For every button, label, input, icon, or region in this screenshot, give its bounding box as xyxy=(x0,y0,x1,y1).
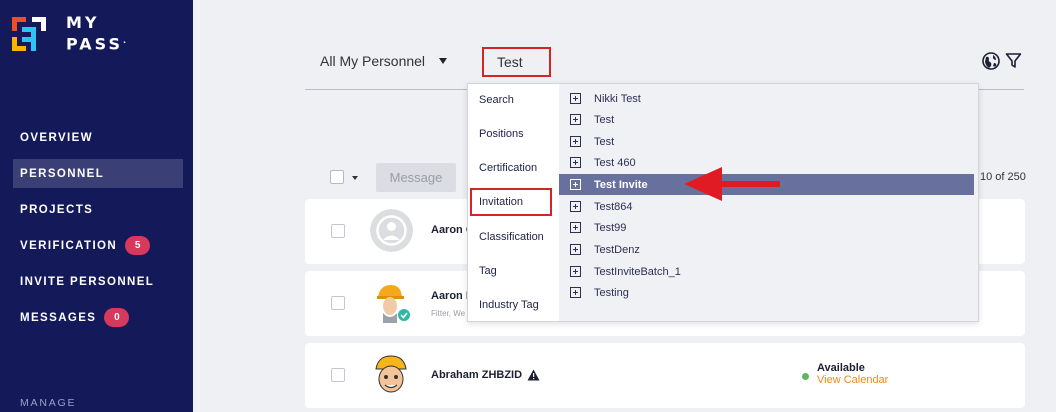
logo-text: MY PASS. xyxy=(66,14,129,53)
result-label: Test 460 xyxy=(594,156,636,169)
annotation-arrow-shaft xyxy=(718,181,780,187)
expand-plus-icon xyxy=(570,114,581,125)
page-count: 10 of 250 xyxy=(980,171,1026,183)
expand-plus-icon xyxy=(570,157,581,168)
nav-invite-personnel-label: INVITE PERSONNEL xyxy=(20,275,155,288)
expand-plus-icon xyxy=(570,244,581,255)
nav-overview[interactable]: OVERVIEW xyxy=(13,123,183,152)
nav-verification[interactable]: VERIFICATION 5 xyxy=(13,231,183,260)
nav-overview-label: OVERVIEW xyxy=(20,131,93,144)
mypass-logo-icon xyxy=(12,16,46,51)
nav-verification-label: VERIFICATION xyxy=(20,239,118,252)
category-tag[interactable]: Tag xyxy=(479,265,497,277)
availability-label: Available xyxy=(817,362,865,374)
default-avatar-icon xyxy=(370,209,413,252)
category-search[interactable]: Search xyxy=(479,94,514,106)
search-result-item[interactable]: Test xyxy=(559,109,974,130)
annotation-arrow-icon xyxy=(684,167,722,201)
personnel-row[interactable]: Abraham ZHBZID xyxy=(305,343,1025,408)
category-invitation[interactable]: Invitation xyxy=(479,196,523,208)
worker-avatar-icon xyxy=(377,285,410,323)
available-status-dot xyxy=(802,373,809,380)
result-label: Test xyxy=(594,113,615,126)
search-result-item[interactable]: Test864 xyxy=(559,196,974,217)
nav-messages[interactable]: MESSAGES 0 xyxy=(13,303,183,332)
category-certification[interactable]: Certification xyxy=(479,162,537,174)
result-label: Test864 xyxy=(594,200,633,213)
availability-status: Available View Calendar xyxy=(817,362,888,386)
result-label: Test99 xyxy=(594,221,627,234)
category-positions[interactable]: Positions xyxy=(479,128,524,140)
logo-line-1: MY xyxy=(66,13,100,32)
row-checkbox[interactable] xyxy=(331,224,345,238)
result-label: Testing xyxy=(594,286,629,299)
mypass-logo[interactable]: MY PASS. xyxy=(12,14,129,53)
search-result-item[interactable]: TestInviteBatch_1 xyxy=(559,261,974,282)
manage-section-label: MANAGE xyxy=(20,397,77,409)
personnel-filter-dropdown[interactable]: All My Personnel xyxy=(320,53,448,69)
result-label: TestDenz xyxy=(594,243,640,256)
sidebar: MY PASS. OVERVIEW PERSONNEL PROJECTS VER… xyxy=(0,0,193,412)
result-label: TestInviteBatch_1 xyxy=(594,265,681,278)
worker-avatar-icon xyxy=(375,355,407,393)
nav-messages-label: MESSAGES xyxy=(20,311,97,324)
result-label: Test Invite xyxy=(594,178,648,191)
nav-invite-personnel[interactable]: INVITE PERSONNEL xyxy=(13,267,183,296)
nav-personnel[interactable]: PERSONNEL xyxy=(13,159,183,188)
expand-plus-icon xyxy=(570,136,581,147)
expand-plus-icon xyxy=(570,179,581,190)
expand-plus-icon xyxy=(570,201,581,212)
globe-icon[interactable] xyxy=(982,52,1000,70)
category-industry-tag[interactable]: Industry Tag xyxy=(479,299,539,311)
search-result-item[interactable]: Nikki Test xyxy=(559,88,974,109)
search-dropdown: Search Positions Certification Invitatio… xyxy=(467,83,979,322)
result-label: Nikki Test xyxy=(594,92,641,105)
personnel-subtitle: Fitter, We xyxy=(431,309,466,318)
expand-plus-icon xyxy=(570,266,581,277)
search-result-item[interactable]: Test xyxy=(559,131,974,152)
filter-icon[interactable] xyxy=(1005,52,1022,69)
personnel-name[interactable]: Abraham ZHBZID xyxy=(431,369,522,381)
search-result-item[interactable]: Test 460 xyxy=(559,152,974,173)
search-result-item[interactable]: TestDenz xyxy=(559,239,974,260)
logo-line-2: PASS xyxy=(66,34,123,54)
category-classification[interactable]: Classification xyxy=(479,231,544,243)
expand-plus-icon xyxy=(570,287,581,298)
expand-plus-icon xyxy=(570,93,581,104)
personnel-filter-value: All My Personnel xyxy=(320,53,426,69)
message-button[interactable]: Message xyxy=(376,163,456,192)
caret-down-icon[interactable] xyxy=(352,176,358,180)
search-results-list: Nikki Test Test Test Test 460 Test Invit… xyxy=(559,84,978,321)
nav-projects[interactable]: PROJECTS xyxy=(13,195,183,224)
select-all-checkbox[interactable] xyxy=(330,170,344,184)
row-checkbox[interactable] xyxy=(331,368,345,382)
search-category-list: Search Positions Certification Invitatio… xyxy=(468,84,559,321)
caret-down-icon xyxy=(439,58,448,64)
search-input[interactable]: Test xyxy=(482,47,551,77)
search-result-item[interactable]: Testing xyxy=(559,282,974,303)
nav-personnel-label: PERSONNEL xyxy=(20,167,105,180)
nav-projects-label: PROJECTS xyxy=(20,203,94,216)
result-label: Test xyxy=(594,135,615,148)
sidebar-nav: OVERVIEW PERSONNEL PROJECTS VERIFICATION… xyxy=(13,123,183,339)
view-calendar-link[interactable]: View Calendar xyxy=(817,374,888,386)
verification-count-badge: 5 xyxy=(125,236,151,255)
search-result-item[interactable]: Test99 xyxy=(559,217,974,238)
warning-icon xyxy=(527,369,540,381)
row-checkbox[interactable] xyxy=(331,296,345,310)
messages-count-badge: 0 xyxy=(104,308,130,327)
expand-plus-icon xyxy=(570,222,581,233)
logo-trademark: . xyxy=(122,36,130,45)
